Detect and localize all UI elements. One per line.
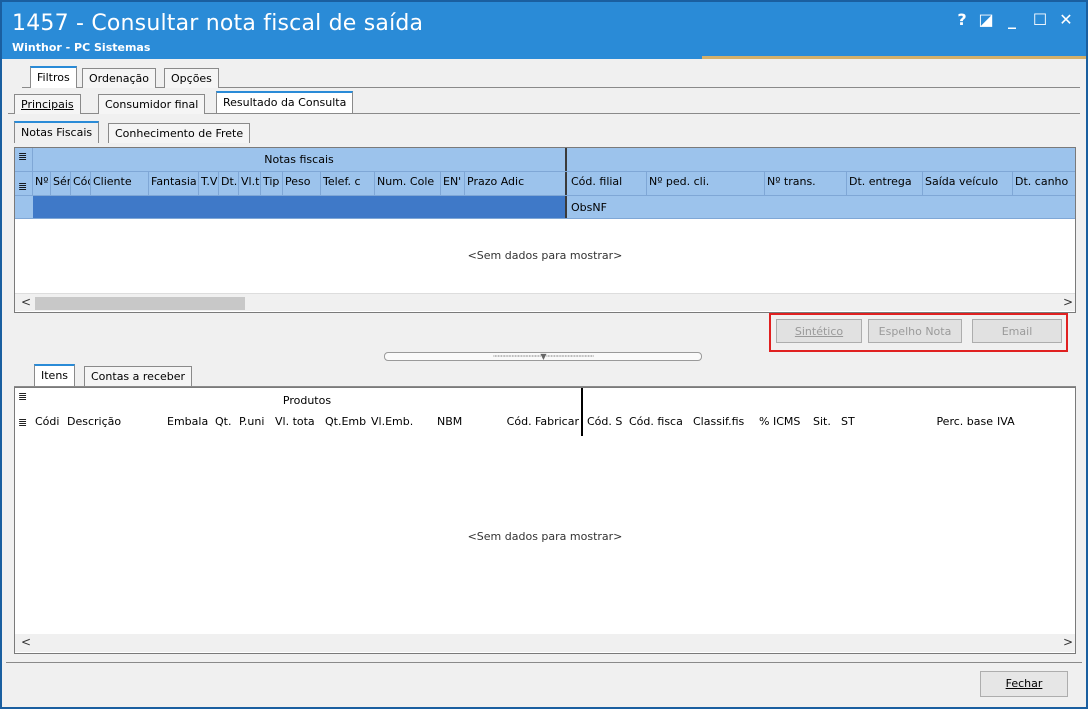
col-item-cod-fiscal[interactable]: Cód. fisca [627,412,691,436]
col-item-qt[interactable]: Qt. [213,412,237,436]
col-dt-entrega[interactable]: Dt. entrega [847,172,923,195]
restore-icon[interactable]: ◪ [976,10,996,29]
row-selector-icon: ≣ [15,172,33,195]
items-band-row: ≣ Produtos [15,388,1075,412]
scroll-right-icon[interactable]: > [1063,295,1073,309]
itens-grid[interactable]: ≣ Produtos ≣ Códi Descrição Embala Qt. P… [14,387,1076,654]
col-dt-canhoto[interactable]: Dt. canho [1013,172,1075,195]
sintetico-button[interactable]: Sintético [776,319,862,343]
col-item-nbm[interactable]: NBM [431,412,491,436]
help-icon[interactable]: ? [952,10,972,29]
items-empty-message: <Sem dados para mostrar> [467,530,623,543]
col-numero[interactable]: Nº [33,172,51,195]
tab-opcoes[interactable]: Opções [164,68,219,88]
scroll-left-icon[interactable]: < [21,295,31,309]
items-scroll-right-icon[interactable]: > [1063,635,1073,649]
tab-filtros[interactable]: Filtros [30,66,77,88]
col-dt[interactable]: Dt. [219,172,239,195]
items-grid-menu-icon[interactable]: ≣ [15,388,33,412]
col-item-vl-total[interactable]: Vl. tota [273,412,323,436]
notas-fiscais-grid[interactable]: ≣ Notas fiscais ≣ Nº Sér Cód Cliente Fan… [14,147,1076,313]
band-notas-fiscais: Notas fiscais [33,148,567,171]
band-produtos: Produtos [33,388,583,412]
espelho-nota-button[interactable]: Espelho Nota [868,319,962,343]
fechar-button[interactable]: Fechar [980,671,1068,697]
scroll-thumb[interactable] [35,297,245,310]
title-bar: 1457 - Consultar nota fiscal de saída Wi… [2,2,1086,59]
col-item-st[interactable]: ST [839,412,917,436]
empty-message: <Sem dados para mostrar> [467,249,623,262]
items-scroll-left-icon[interactable]: < [21,635,31,649]
col-telefone[interactable]: Telef. c [321,172,375,195]
tab-contas-receber[interactable]: Contas a receber [84,366,193,386]
grid-band-row: ≣ Notas fiscais [15,148,1075,172]
items-horizontal-scrollbar[interactable]: < > [15,634,1075,652]
tab-principais[interactable]: Principais [14,94,81,114]
col-item-qt-emb[interactable]: Qt.Emb [323,412,369,436]
col-vlt[interactable]: Vl.t [239,172,261,195]
tab-resultado-consulta[interactable]: Resultado da Consulta [216,91,354,113]
grid-menu-icon[interactable]: ≣ [15,148,33,171]
col-tip[interactable]: Tip [261,172,283,195]
col-cliente[interactable]: Cliente [91,172,149,195]
col-item-punit[interactable]: P.uni [237,412,273,436]
window-title: 1457 - Consultar nota fiscal de saída [12,11,424,36]
col-obsnf[interactable]: ObsNF [569,196,1075,218]
col-fantasia[interactable]: Fantasia [149,172,199,195]
accent-line [702,56,1086,59]
window-subtitle: Winthor - PC Sistemas [12,41,151,54]
horizontal-scrollbar[interactable]: < > [15,293,1075,311]
col-item-iva[interactable]: IVA [995,412,1055,436]
col-tv[interactable]: T.V [199,172,219,195]
grid-header-row: ≣ Nº Sér Cód Cliente Fantasia T.V Dt. Vl… [15,172,1075,196]
col-item-vl-emb[interactable]: Vl.Emb. [369,412,431,436]
app-window: 1457 - Consultar nota fiscal de saída Wi… [0,0,1088,709]
tab-conhecimento-frete[interactable]: Conhecimento de Frete [108,123,251,143]
col-prazo-adic[interactable]: Prazo Adic [465,172,567,195]
email-button[interactable]: Email [972,319,1062,343]
grid-subheader-row: ObsNF [15,196,1075,219]
col-ent[interactable]: EN' [441,172,465,195]
tab-ordenacao[interactable]: Ordenação [82,68,156,88]
items-row-selector-icon: ≣ [18,416,28,429]
maximize-icon[interactable]: ☐ [1030,10,1050,29]
close-icon[interactable]: ✕ [1056,10,1076,29]
col-item-perc-base[interactable]: Perc. base [917,412,995,436]
panel-splitter[interactable]: ·······························▼········… [384,352,702,361]
footer-separator [6,662,1082,663]
col-serie[interactable]: Sér [51,172,71,195]
minimize-icon[interactable]: _ [1002,10,1022,29]
col-saida-veiculo[interactable]: Saída veículo [923,172,1013,195]
col-item-descricao[interactable]: Descrição [65,412,165,436]
subheader-fill [33,196,567,218]
items-header-row: ≣ Códi Descrição Embala Qt. P.uni Vl. to… [15,412,1075,436]
col-codigo[interactable]: Cód [71,172,91,195]
col-ped-cli[interactable]: Nº ped. cli. [647,172,765,195]
col-item-icms[interactable]: % ICMS [757,412,811,436]
col-peso[interactable]: Peso [283,172,321,195]
col-item-cod-s[interactable]: Cód. S [585,412,627,436]
tab-itens[interactable]: Itens [34,364,76,386]
col-item-sit[interactable]: Sit. [811,412,839,436]
col-cod-filial[interactable]: Cód. filial [569,172,647,195]
col-item-embalagem[interactable]: Embala [165,412,213,436]
col-item-codigo[interactable]: Códi [33,412,65,436]
col-item-classif-fiscal[interactable]: Classif.fis [691,412,757,436]
col-num-coleta[interactable]: Num. Cole [375,172,441,195]
tab-consumidor-final[interactable]: Consumidor final [98,94,206,114]
tab-notas-fiscais[interactable]: Notas Fiscais [14,121,100,143]
col-item-cod-fabricante[interactable]: Cód. Fabricar [491,412,583,436]
col-num-trans[interactable]: Nº trans. [765,172,847,195]
